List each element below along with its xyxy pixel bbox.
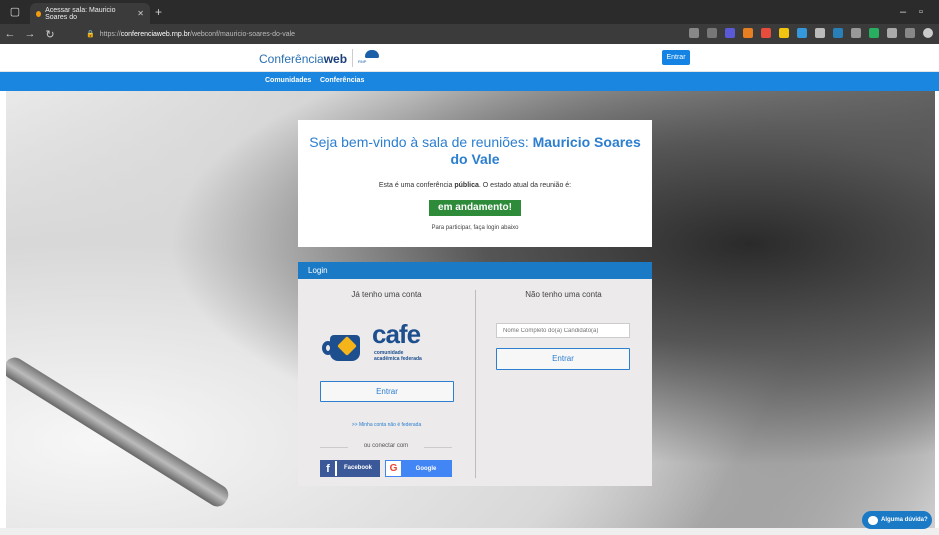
lock-icon: 🔒 bbox=[86, 31, 95, 38]
login-instruction: Para participar, faça login abaixo bbox=[431, 225, 519, 231]
facebook-label: Facebook bbox=[337, 461, 379, 476]
header-login-button[interactable]: Entrar bbox=[662, 50, 690, 65]
google-login-button[interactable]: G Google bbox=[385, 460, 452, 477]
cafe-login-logo[interactable]: cafe comunidade acadêmica federada bbox=[322, 319, 444, 375]
help-chat-button[interactable]: Alguma dúvida? bbox=[862, 511, 932, 529]
address-bar[interactable]: 🔒 https://conferenciaweb.rnp.br/webconf/… bbox=[86, 27, 646, 41]
back-icon[interactable]: ← bbox=[0, 28, 20, 40]
logo-bold: web bbox=[323, 52, 348, 66]
extension-icon[interactable] bbox=[869, 28, 879, 38]
facebook-icon: f bbox=[321, 461, 335, 476]
tab-strip: ▢ Acessar sala: Mauricio Soares do ✕ + –… bbox=[0, 0, 939, 24]
extension-icon[interactable] bbox=[797, 28, 807, 38]
login-heading: Login bbox=[298, 262, 652, 279]
welcome-card: Seja bem-vindo à sala de reuniões: Mauri… bbox=[298, 120, 652, 247]
cafe-sub-line2: acadêmica federada bbox=[374, 356, 422, 362]
welcome-prefix: Seja bem-vindo à sala de reuniões: bbox=[309, 134, 533, 150]
has-account-heading: Já tenho uma conta bbox=[351, 290, 422, 299]
conferenciaweb-logo[interactable]: Conferênciaweb bbox=[259, 52, 347, 66]
main-nav: Comunidades Conferências bbox=[0, 72, 939, 91]
extensions-bar bbox=[689, 28, 933, 38]
browser-tab[interactable]: Acessar sala: Mauricio Soares do ✕ bbox=[30, 3, 150, 24]
google-label: Google bbox=[415, 465, 437, 472]
status-badge: em andamento! bbox=[429, 200, 521, 216]
login-panel: Login Já tenho uma conta cafe comunidade… bbox=[298, 262, 652, 486]
conference-state-text: Esta é uma conferência pública. O estado… bbox=[298, 182, 652, 189]
connect-with-label: ou conectar com bbox=[320, 443, 452, 449]
pen-illustration bbox=[6, 353, 233, 511]
cafe-login-button[interactable]: Entrar bbox=[320, 381, 454, 402]
help-label: Alguma dúvida? bbox=[881, 517, 928, 523]
zoom-icon[interactable] bbox=[707, 28, 717, 38]
guest-login-button[interactable]: Entrar bbox=[496, 348, 630, 370]
url-path: /webconf/mauricio-soares-do-vale bbox=[190, 30, 296, 38]
facebook-login-button[interactable]: f Facebook bbox=[320, 460, 380, 477]
chat-bubble-icon bbox=[868, 515, 878, 525]
no-account-heading: Não tenho uma conta bbox=[525, 290, 602, 299]
favicon-icon bbox=[36, 10, 42, 17]
browser-toolbar: ← → ↻ 🔒 https://conferenciaweb.rnp.br/we… bbox=[0, 24, 939, 44]
extension-icon[interactable] bbox=[761, 28, 771, 38]
tab-title: Acessar sala: Mauricio Soares do bbox=[45, 6, 116, 21]
nav-item-conferencias[interactable]: Conferências bbox=[320, 77, 364, 84]
new-tab-icon[interactable]: + bbox=[155, 5, 162, 19]
extension-icon[interactable] bbox=[779, 28, 789, 38]
google-icon: G bbox=[386, 461, 401, 476]
nav-item-comunidades[interactable]: Comunidades bbox=[265, 77, 311, 84]
reload-icon[interactable]: ↻ bbox=[40, 28, 60, 41]
forward-icon[interactable]: → bbox=[20, 28, 40, 40]
rnp-logo[interactable]: RNP bbox=[352, 49, 386, 67]
tab-actions-icon[interactable]: ▢ bbox=[8, 5, 22, 19]
close-tab-icon[interactable]: ✕ bbox=[137, 9, 144, 18]
rnp-logo-text: RNP bbox=[358, 59, 367, 64]
page-footer bbox=[0, 528, 939, 535]
read-aloud-icon[interactable] bbox=[689, 28, 699, 38]
restore-icon[interactable]: ▫ bbox=[914, 5, 928, 19]
url-prefix: https:// bbox=[99, 30, 121, 38]
extension-icon[interactable] bbox=[743, 28, 753, 38]
site-header: Conferênciaweb RNP bbox=[0, 44, 939, 72]
cloud-icon bbox=[365, 50, 379, 58]
url-host: conferenciaweb.rnp.br bbox=[120, 30, 190, 38]
extension-icon[interactable] bbox=[833, 28, 843, 38]
browser-window-chrome: ▢ Acessar sala: Mauricio Soares do ✕ + –… bbox=[0, 0, 939, 44]
extension-icon[interactable] bbox=[725, 28, 735, 38]
state-prefix: Esta é uma conferência bbox=[378, 182, 455, 189]
extension-icon[interactable] bbox=[851, 28, 861, 38]
cafe-wordmark: cafe bbox=[372, 319, 421, 349]
minimize-icon[interactable]: – bbox=[896, 5, 910, 19]
column-divider bbox=[475, 290, 476, 478]
state-type: pública bbox=[454, 182, 479, 189]
state-suffix: . O estado atual da reunião é: bbox=[478, 182, 572, 189]
candidate-name-input[interactable] bbox=[496, 323, 630, 338]
cafe-subtitle: comunidade acadêmica federada bbox=[374, 350, 444, 362]
not-federated-link[interactable]: >> Minha conta não é federada bbox=[298, 422, 475, 428]
favorites-icon[interactable] bbox=[887, 28, 897, 38]
collections-icon[interactable] bbox=[905, 28, 915, 38]
profile-icon[interactable] bbox=[923, 28, 933, 38]
welcome-title: Seja bem-vindo à sala de reuniões: Mauri… bbox=[308, 134, 642, 168]
extension-icon[interactable] bbox=[815, 28, 825, 38]
logo-prefix: Conferência bbox=[259, 52, 324, 66]
